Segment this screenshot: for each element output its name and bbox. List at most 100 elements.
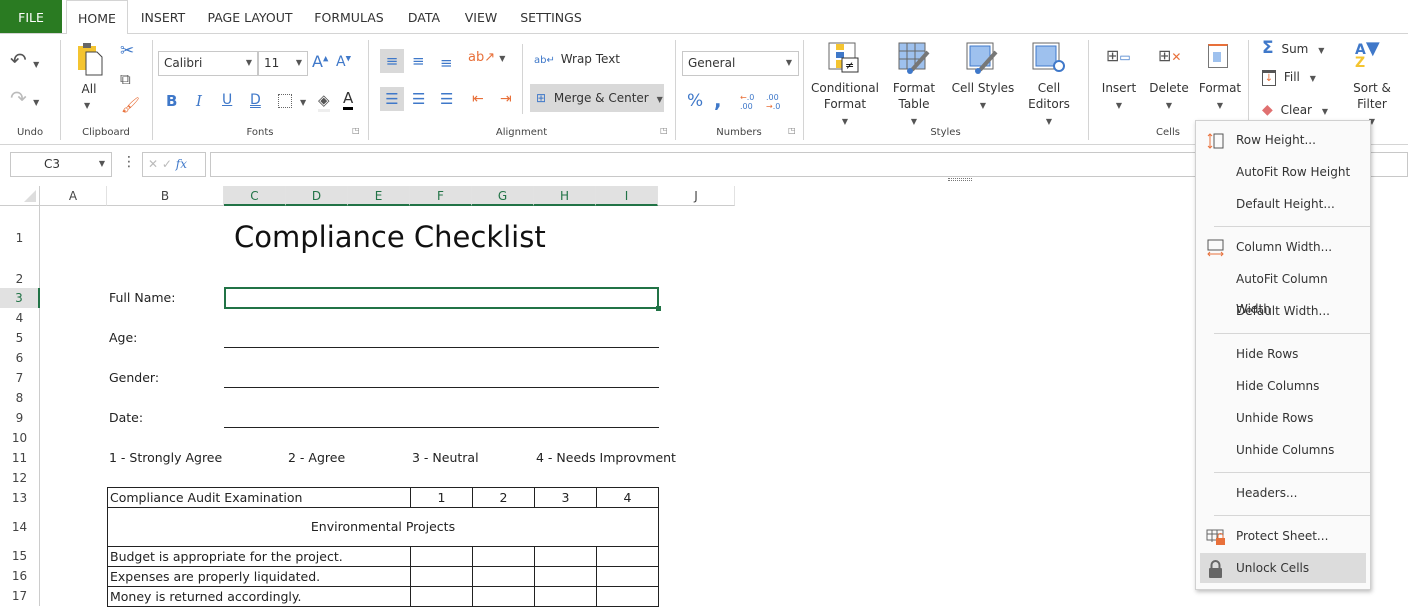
align-top-button[interactable]: ≡ [380,49,404,73]
copy-icon[interactable]: ⧉ [120,70,131,88]
rating-cell-2[interactable] [472,546,535,567]
table-header-2[interactable]: 2 [472,487,535,508]
cell-styles-icon[interactable] [966,42,998,77]
rating-cell-1[interactable] [410,546,473,567]
row-header-8[interactable]: 8 [0,388,40,408]
row-header-15[interactable]: 15 [0,546,40,566]
rating-cell-4[interactable] [596,546,659,567]
label-date[interactable]: Date: [109,410,143,425]
insert-cells-icon[interactable]: ⊞▭ [1106,46,1131,65]
merge-center-button[interactable]: ⊞ Merge & Center ▼ [530,84,664,112]
rating-cell-4[interactable] [596,566,659,587]
tab-file[interactable]: FILE [0,0,62,33]
tab-home[interactable]: HOME [66,0,128,34]
underline-button[interactable]: U [222,92,232,108]
label-age[interactable]: Age: [109,330,137,345]
cell-editors-icon[interactable] [1032,42,1066,77]
align-bottom-button[interactable]: ≡ [440,51,453,75]
row-header-10[interactable]: 10 [0,428,40,448]
italic-button[interactable]: I [196,92,202,110]
scale-1[interactable]: 1 - Strongly Agree [109,450,222,465]
rating-cell-2[interactable] [472,566,535,587]
label-full-name[interactable]: Full Name: [109,290,175,305]
dialog-launcher-icon[interactable]: ◳ [660,126,668,135]
increase-decimal-icon[interactable]: ←.0.00 [740,93,754,111]
rating-cell-3[interactable] [534,546,597,567]
menu-item-hide-columns[interactable]: Hide Columns [1200,371,1366,401]
font-size-select[interactable]: 11 ▼ [258,51,308,76]
cell-editors-button[interactable]: Cell Editors ▼ [1020,80,1078,130]
column-header-B[interactable]: B [107,186,224,206]
row-header-13[interactable]: 13 [0,488,40,508]
menu-item-headers[interactable]: Headers... [1200,478,1366,508]
format-cells-icon[interactable] [1208,44,1228,68]
align-middle-button[interactable]: ≡ [412,49,425,73]
comma-icon[interactable]: , [714,88,722,112]
number-format-select[interactable]: General ▼ [682,51,799,76]
row-header-12[interactable]: 12 [0,468,40,488]
row-header-14[interactable]: 14 [0,508,40,546]
scale-4[interactable]: 4 - Needs Improvment [536,450,676,465]
scale-3[interactable]: 3 - Neutral [412,450,479,465]
conditional-format-button[interactable]: Conditional Format ▼ [806,80,884,130]
column-header-F[interactable]: F [410,186,472,206]
format-button[interactable]: Format ▼ [1196,80,1244,114]
rating-cell-1[interactable] [410,586,473,607]
menu-item-row-height[interactable]: Row Height... [1200,125,1366,155]
rating-cell-1[interactable] [410,566,473,587]
double-underline-button[interactable]: D [250,92,261,108]
delete-button[interactable]: Delete ▼ [1146,80,1192,114]
rating-cell-2[interactable] [472,586,535,607]
table-header-4[interactable]: 4 [596,487,659,508]
column-header-G[interactable]: G [472,186,534,206]
menu-item-hide-rows[interactable]: Hide Rows [1200,339,1366,369]
insert-button[interactable]: Insert ▼ [1096,80,1142,114]
cut-icon[interactable]: ✂ [120,41,134,61]
sheet-title[interactable]: Compliance Checklist [234,220,546,254]
bold-button[interactable]: B [166,92,177,110]
table-header-1[interactable]: 1 [410,487,473,508]
row-header-6[interactable]: 6 [0,348,40,368]
fill-button[interactable]: ↓ Fill ▼ [1262,70,1316,86]
format-table-button[interactable]: Format Table ▼ [884,80,944,130]
menu-item-default-height[interactable]: Default Height... [1200,189,1366,219]
row-header-1[interactable]: 1 [0,206,40,270]
increase-font-icon[interactable]: A▲ [312,52,328,71]
fill-handle[interactable] [656,306,661,311]
name-box[interactable]: C3 ▼ [10,152,112,177]
splitter-handle[interactable] [948,178,972,181]
row-header-2[interactable]: 2 [0,270,40,288]
chevron-down-icon[interactable]: ▼ [84,98,90,114]
align-center-button[interactable]: ☰ [412,87,425,111]
label-gender[interactable]: Gender: [109,370,159,385]
fx-icon[interactable]: fx [176,157,187,171]
undo-button[interactable]: ↶ ▼ [10,48,39,72]
selected-cell-c3[interactable] [224,287,661,311]
column-header-I[interactable]: I [596,186,658,206]
format-table-icon[interactable] [898,42,930,77]
orientation-icon[interactable]: ab↗ ▼ [468,50,505,65]
menu-item-autofit-row-height[interactable]: AutoFit Row Height [1200,157,1366,187]
tab-settings[interactable]: SETTINGS [514,0,588,33]
align-left-button[interactable]: ☰ [380,87,404,111]
row-header-17[interactable]: 17 [0,586,40,606]
dialog-launcher-icon[interactable]: ◳ [352,126,360,135]
menu-item-unhide-rows[interactable]: Unhide Rows [1200,403,1366,433]
chevron-down-icon[interactable]: ▼ [300,98,306,107]
row-header-7[interactable]: 7 [0,368,40,388]
cell-styles-button[interactable]: Cell Styles ▼ [948,80,1018,114]
redo-button[interactable]: ↷ ▼ [10,86,39,110]
row-header-16[interactable]: 16 [0,566,40,586]
borders-icon[interactable] [278,94,292,108]
more-options-icon[interactable]: ⋮ [122,154,136,170]
input-line-date[interactable] [224,427,659,428]
dialog-launcher-icon[interactable]: ◳ [788,126,796,135]
scale-2[interactable]: 2 - Agree [288,450,345,465]
format-painter-icon[interactable]: 🖌 [121,96,140,114]
tab-data[interactable]: DATA [400,0,448,33]
section-header[interactable]: Environmental Projects [107,507,659,547]
decrease-font-icon[interactable]: A▼ [336,54,351,70]
table-item[interactable]: Money is returned accordingly. [107,586,411,607]
font-name-select[interactable]: Calibri ▼ [158,51,258,76]
tab-insert[interactable]: INSERT [132,0,194,33]
